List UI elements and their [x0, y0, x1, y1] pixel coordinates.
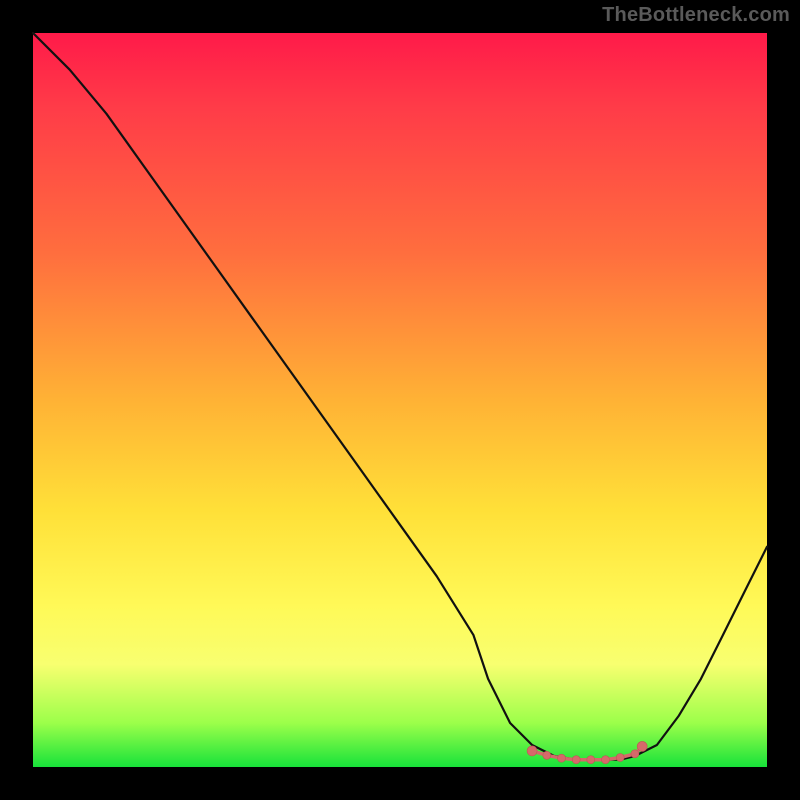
bottleneck-curve — [33, 33, 767, 760]
optimal-marker — [631, 750, 639, 758]
optimal-marker — [637, 741, 647, 751]
optimal-marker — [527, 746, 537, 756]
curve-svg — [33, 33, 767, 767]
optimal-marker — [616, 754, 624, 762]
optimal-range-markers — [527, 741, 647, 763]
chart-frame: TheBottleneck.com — [0, 0, 800, 800]
plot-area — [33, 33, 767, 767]
optimal-marker — [543, 751, 551, 759]
watermark-text: TheBottleneck.com — [602, 4, 790, 27]
optimal-marker — [572, 756, 580, 764]
optimal-marker — [587, 756, 595, 764]
optimal-marker — [558, 754, 566, 762]
optimal-marker — [602, 756, 610, 764]
